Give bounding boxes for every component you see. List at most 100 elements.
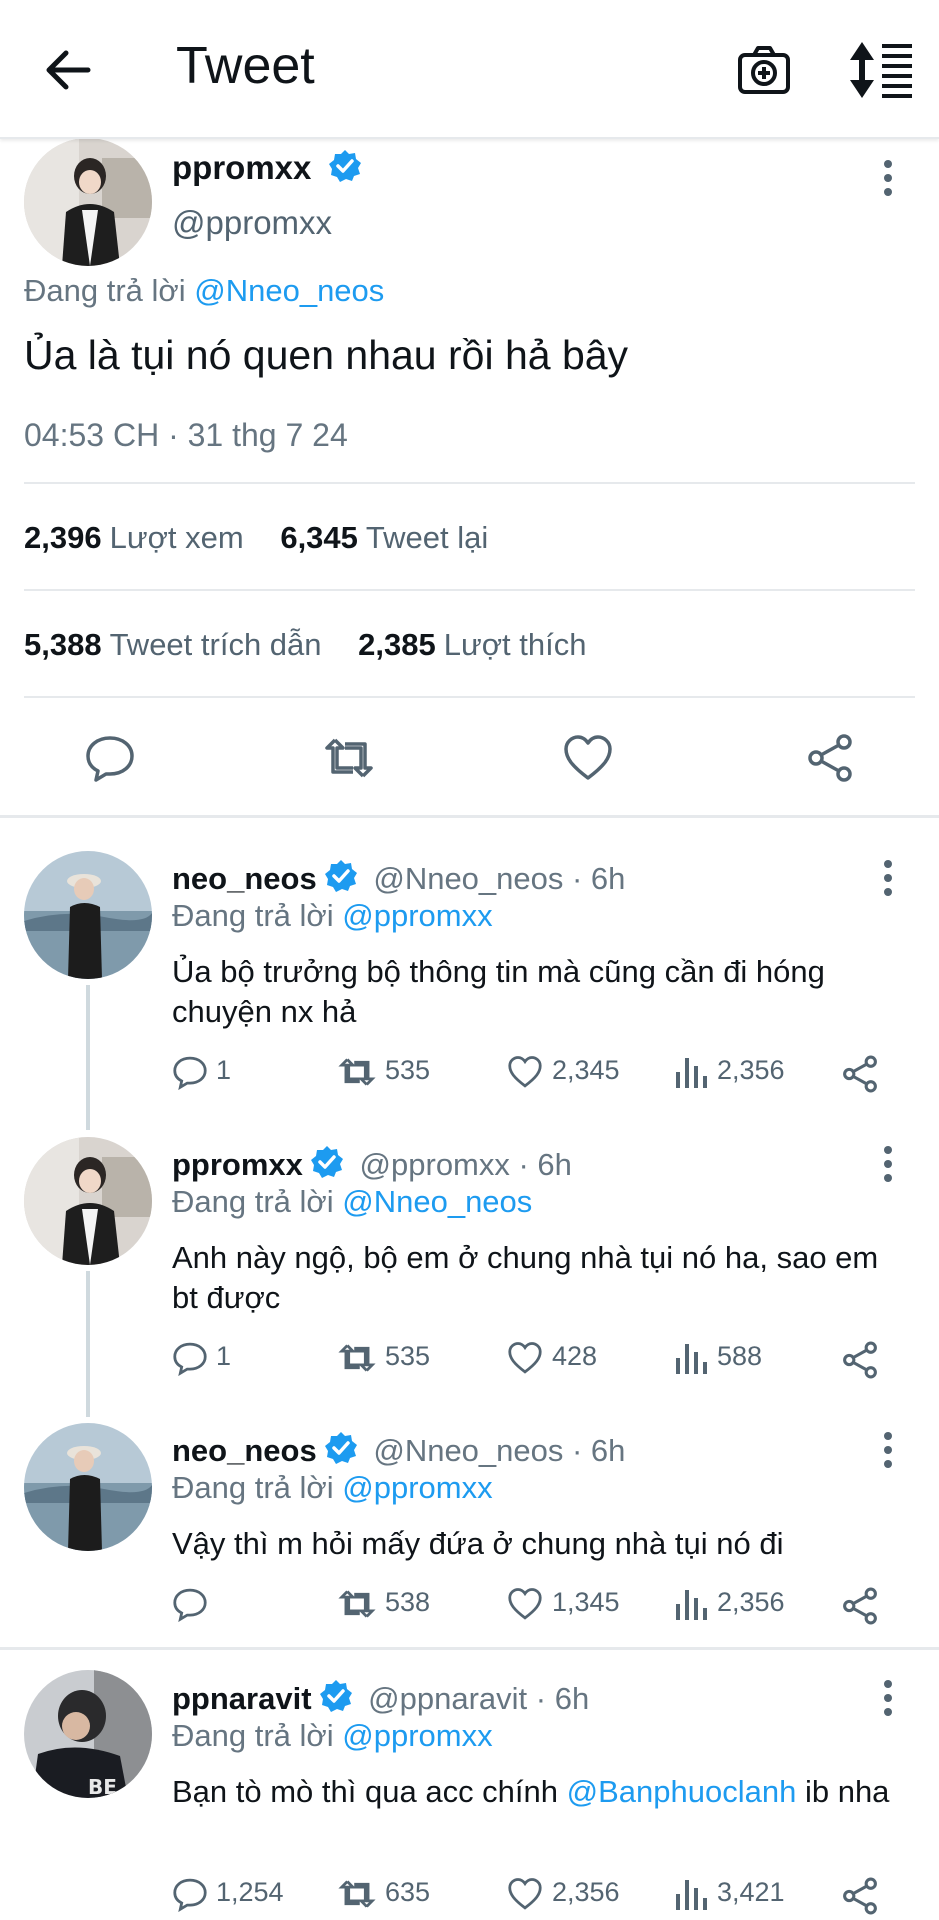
share-icon[interactable] <box>840 1586 880 1626</box>
analytics-icon <box>676 1058 707 1088</box>
avatar[interactable] <box>24 138 152 266</box>
stats-row-2: 5,388 Tweet trích dẫn 2,385 Lượt thích <box>24 627 587 663</box>
reply-count[interactable]: 1 <box>172 1340 231 1377</box>
like-icon <box>508 1588 542 1620</box>
replying-to: Đang trả lời @ppromxx <box>172 1718 493 1753</box>
author-name[interactable]: neo_neos <box>172 861 317 896</box>
retweet-icon <box>338 1058 376 1086</box>
views-count[interactable]: 2,356 <box>675 1054 785 1090</box>
retweets-stat[interactable]: 6,345 Tweet lại <box>280 520 488 555</box>
tweet-text: Vậy thì m hỏi mấy đứa ở chung nhà tụi nó… <box>172 1526 784 1561</box>
like-icon <box>508 1878 542 1910</box>
retweet-count[interactable]: 535 <box>337 1340 430 1376</box>
like-count[interactable]: 2,345 <box>506 1054 620 1090</box>
tweet-text: Ủa bộ trưởng bộ thông tin mà cũng cần đi… <box>172 954 825 1029</box>
action-bar: 1,254 635 2,356 3,421 <box>172 1876 912 1920</box>
author-handle[interactable]: @Nneo_neos · 6h <box>373 861 625 896</box>
author-handle[interactable]: @Nneo_neos · 6h <box>373 1433 625 1468</box>
author-name[interactable]: neo_neos <box>172 1433 317 1468</box>
author-name[interactable]: ppromxx <box>172 148 363 187</box>
section-separator <box>0 1647 939 1650</box>
reply-tweet[interactable]: ppnaravit @ppnaravit · 6h Đang trả lời @… <box>0 1678 939 1920</box>
tweet-text: Bạn tò mò thì qua acc chính @Banphuoclan… <box>172 1774 890 1809</box>
more-options-icon[interactable] <box>880 158 896 198</box>
action-bar: 1 535 2,345 2,356 <box>172 1054 912 1098</box>
sort-icon[interactable] <box>848 40 914 100</box>
author-name[interactable]: ppromxx <box>172 1147 303 1182</box>
views-stat[interactable]: 2,396 Lượt xem <box>24 520 244 555</box>
reply-icon <box>173 1588 207 1623</box>
arrow-left-icon[interactable] <box>40 42 96 98</box>
replying-to: Đang trả lời @Nneo_neos <box>172 1184 533 1219</box>
top-app-bar: Tweet <box>0 0 939 139</box>
like-count[interactable]: 1,345 <box>506 1586 620 1622</box>
divider <box>24 696 915 698</box>
views-count[interactable]: 588 <box>675 1340 762 1376</box>
more-options-icon[interactable] <box>880 1678 896 1718</box>
replying-to: Đang trả lời @Nneo_neos <box>24 273 385 308</box>
share-icon[interactable] <box>804 732 856 784</box>
quotes-stat[interactable]: 5,388 Tweet trích dẫn <box>24 627 322 662</box>
verified-badge-icon <box>324 1432 357 1464</box>
reply-tweet[interactable]: ppromxx @ppromxx · 6h Đang trả lời @Nneo… <box>0 1144 939 1384</box>
retweet-count[interactable]: 635 <box>337 1876 430 1912</box>
more-options-icon[interactable] <box>880 858 896 898</box>
reply-tweet[interactable]: neo_neos @Nneo_neos · 6h Đang trả lời @p… <box>0 858 939 1098</box>
replying-to: Đang trả lời @ppromxx <box>172 898 493 933</box>
action-bar: 1 535 428 588 <box>172 1340 912 1384</box>
verified-badge-icon <box>328 150 361 182</box>
tweet-text: Anh này ngộ, bộ em ở chung nhà tụi nó ha… <box>172 1240 879 1315</box>
reply-count[interactable]: 1 <box>172 1054 231 1091</box>
retweet-count[interactable]: 535 <box>337 1054 430 1090</box>
tweet-timestamp: 04:53 CH · 31 thg 7 24 <box>24 417 348 453</box>
verified-badge-icon <box>319 1680 352 1712</box>
share-icon[interactable] <box>840 1054 880 1094</box>
mention-link[interactable]: @Nneo_neos <box>342 1184 532 1219</box>
retweet-icon <box>338 1590 376 1618</box>
camera-plus-icon[interactable] <box>736 42 792 98</box>
mention-link[interactable]: @ppromxx <box>342 1718 492 1753</box>
author-handle[interactable]: @ppromxx · 6h <box>360 1147 572 1182</box>
like-icon <box>508 1056 542 1088</box>
views-count[interactable]: 2,356 <box>675 1586 785 1622</box>
like-icon[interactable] <box>562 732 614 784</box>
retweet-icon <box>338 1344 376 1372</box>
author-name[interactable]: ppnaravit <box>172 1681 312 1716</box>
reply-count[interactable]: 1,254 <box>172 1876 284 1913</box>
reply-icon[interactable] <box>84 732 136 784</box>
reply-icon <box>173 1342 207 1377</box>
mention-link[interactable]: @ppromxx <box>342 898 492 933</box>
retweet-icon <box>338 1880 376 1908</box>
replying-to: Đang trả lời @ppromxx <box>172 1470 493 1505</box>
author-handle[interactable]: @ppromxx <box>172 204 332 242</box>
share-icon[interactable] <box>840 1876 880 1916</box>
analytics-icon <box>676 1590 707 1620</box>
like-icon <box>508 1342 542 1374</box>
like-count[interactable]: 428 <box>506 1340 597 1376</box>
views-count[interactable]: 3,421 <box>675 1876 785 1912</box>
verified-badge-icon <box>310 1146 343 1178</box>
stats-row-1: 2,396 Lượt xem 6,345 Tweet lại <box>24 520 488 556</box>
retweet-icon[interactable] <box>323 732 375 784</box>
more-options-icon[interactable] <box>880 1430 896 1470</box>
divider <box>24 482 915 484</box>
analytics-icon <box>676 1344 707 1374</box>
reply-tweet[interactable]: neo_neos @Nneo_neos · 6h Đang trả lời @p… <box>0 1430 939 1630</box>
action-bar: 538 1,345 2,356 <box>172 1586 912 1630</box>
more-options-icon[interactable] <box>880 1144 896 1184</box>
mention-link[interactable]: @Banphuoclanh <box>567 1774 797 1809</box>
reply-icon <box>173 1056 207 1091</box>
like-count[interactable]: 2,356 <box>506 1876 620 1912</box>
section-separator <box>0 815 939 818</box>
retweet-count[interactable]: 538 <box>337 1586 430 1622</box>
mention-link[interactable]: @Nneo_neos <box>194 273 384 308</box>
reply-count[interactable] <box>172 1586 216 1623</box>
tweet-text: Ủa là tụi nó quen nhau rồi hả bây <box>24 332 629 378</box>
divider <box>24 589 915 591</box>
analytics-icon <box>676 1880 707 1910</box>
reply-icon <box>173 1878 207 1913</box>
likes-stat[interactable]: 2,385 Lượt thích <box>358 627 586 662</box>
author-handle[interactable]: @ppnaravit · 6h <box>368 1681 589 1716</box>
mention-link[interactable]: @ppromxx <box>342 1470 492 1505</box>
share-icon[interactable] <box>840 1340 880 1380</box>
